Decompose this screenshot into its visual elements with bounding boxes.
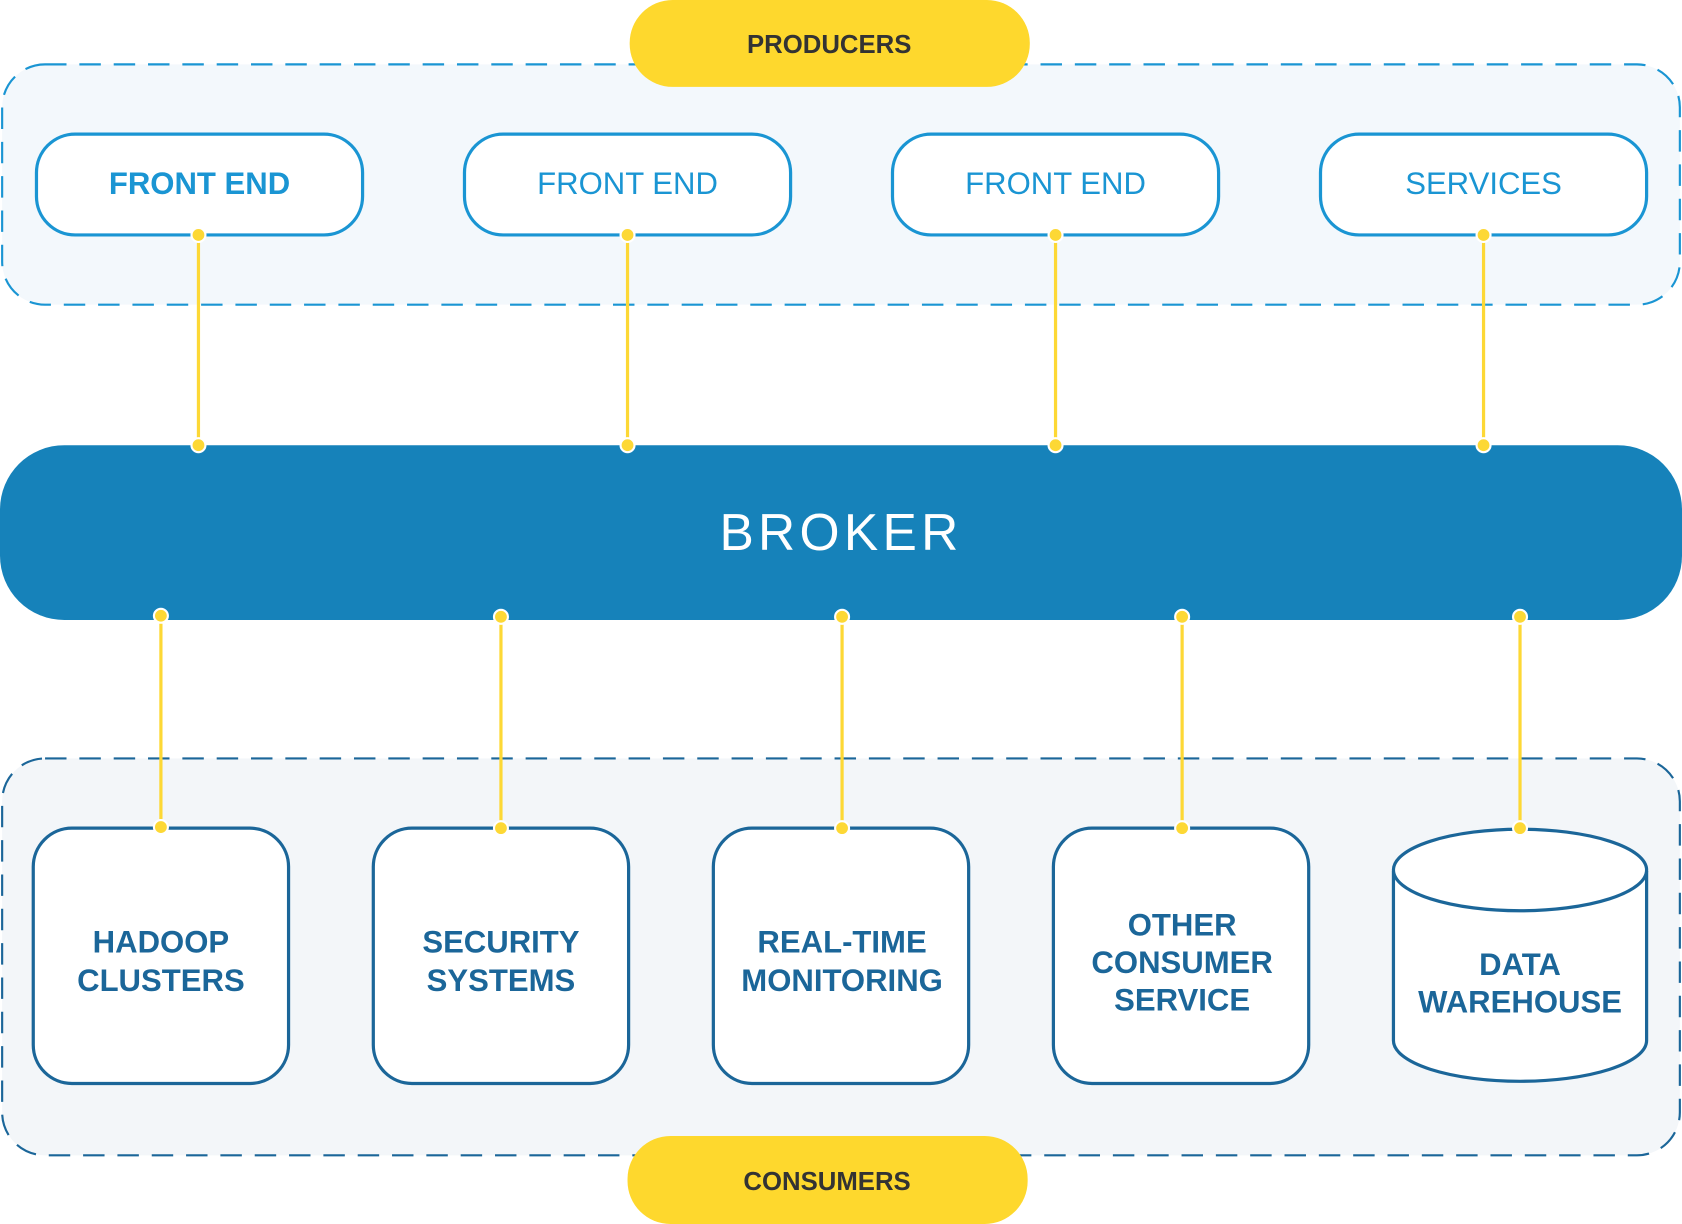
consumer-label-line: SYSTEMS [427,963,576,998]
consumer-label-line: MONITORING [741,963,943,998]
producer-label: FRONT END [965,166,1146,201]
producer-label: SERVICES [1405,166,1562,201]
broker: BROKER [0,445,1682,621]
consumer-label-line: WAREHOUSE [1418,985,1622,1020]
producer-front-end-3: FRONT END [890,132,1221,237]
consumer-label-line: OTHER [1128,907,1237,942]
consumer-label-line: REAL-TIME [757,925,926,960]
producers-label: PRODUCERS [747,31,911,59]
producer-services: SERVICES [1318,132,1649,237]
producers-label-pill: PRODUCERS [629,0,1030,87]
consumer-label-line: CLUSTERS [77,963,245,998]
consumer-other-consumer-service: OTHER CONSUMER SERVICE [1051,826,1311,1086]
consumer-label-line: SECURITY [422,925,579,960]
broker-label: BROKER [719,503,962,561]
producer-front-end-1: FRONT END [34,132,365,237]
producer-label: FRONT END [109,166,290,201]
consumer-hadoop-clusters: HADOOP CLUSTERS [31,826,291,1086]
architecture-diagram: PRODUCERS FRONT END FRONT END FRONT END … [0,0,1682,1224]
consumers-label-pill: CONSUMERS [627,1136,1028,1224]
consumer-label-line: DATA [1479,947,1561,982]
consumer-real-time-monitoring: REAL-TIME MONITORING [711,826,971,1086]
consumer-label-line: HADOOP [93,925,229,960]
consumer-label-line: CONSUMER [1091,945,1272,980]
consumer-security-systems: SECURITY SYSTEMS [371,826,631,1086]
consumer-label-line: SERVICE [1114,983,1250,1018]
producer-label: FRONT END [537,166,718,201]
consumer-data-warehouse: DATA WAREHOUSE [1391,827,1649,1083]
consumers-label: CONSUMERS [743,1168,910,1196]
producer-front-end-2: FRONT END [462,132,793,237]
